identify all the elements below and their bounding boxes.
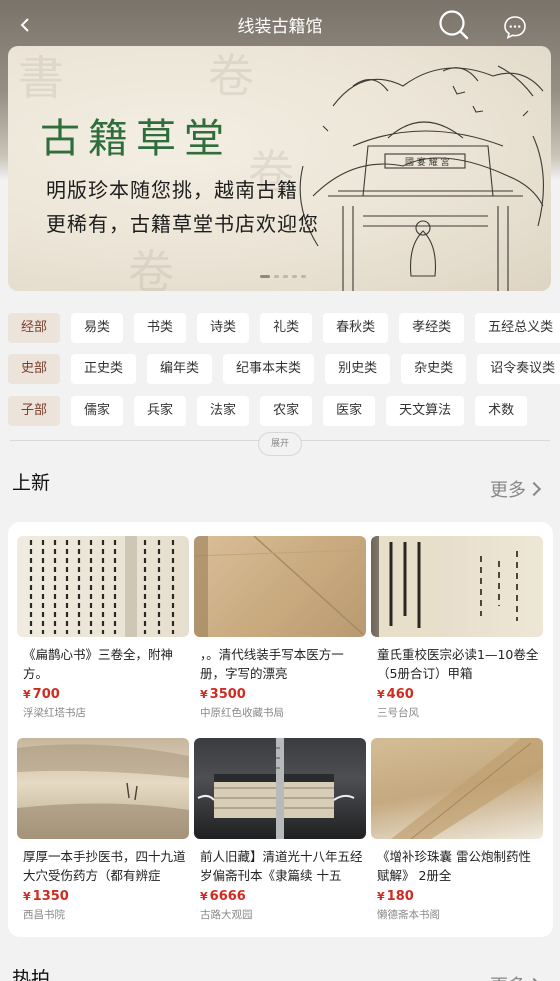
product-name: 《增补珍珠囊 雷公炮制药性赋解》 2册全 xyxy=(377,849,531,883)
carousel-indicator xyxy=(260,275,306,278)
product-image xyxy=(371,536,543,637)
shop-name: 浮梁红塔书店 xyxy=(23,707,86,719)
product-price: ¥3500 xyxy=(200,687,246,702)
shop-name: 西昌书院 xyxy=(23,909,65,921)
product-card[interactable]: 童氏重校医宗必读1—10卷全（5册合订）甲箱 ¥460 三号台风 xyxy=(371,536,543,720)
new-items-panel: 《扁鹊心书》三卷全，附神方。 ¥700 浮梁红塔书店 ，。清代线装手写本医方一册… xyxy=(8,522,553,937)
product-price: ¥6666 xyxy=(200,889,246,904)
category-chip[interactable]: 正史类 xyxy=(71,354,137,384)
category-chip[interactable]: 编年类 xyxy=(147,354,213,384)
category-chip[interactable]: 诗类 xyxy=(197,313,250,343)
shop-name: 三号台风 xyxy=(377,707,419,719)
hot-section-title: 热拍 xyxy=(12,968,51,981)
product-name: 童氏重校医宗必读1—10卷全（5册合订）甲箱 xyxy=(377,647,539,681)
carousel-dot xyxy=(283,275,288,278)
promo-banner[interactable]: 書 卷 卷 卷 國 宴 耀 宮 古籍草堂 明版珍本随您挑，越南古籍 更稀有，古籍… xyxy=(8,46,551,291)
category-chip[interactable]: 医家 xyxy=(323,396,376,426)
product-card[interactable]: 厚厚一本手抄医书，四十九道大穴受伤药方（都有辨症 ¥1350 西昌书院 xyxy=(17,738,189,922)
product-image xyxy=(194,536,366,637)
category-chip[interactable]: 纪事本末类 xyxy=(223,354,315,384)
category-chip[interactable]: 诏令奏议类 xyxy=(477,354,560,384)
carousel-dot-active xyxy=(260,275,270,278)
book-photo-1 xyxy=(29,536,175,637)
product-price: ¥180 xyxy=(377,889,414,904)
product-name: 《扁鹊心书》三卷全，附神方。 xyxy=(23,647,174,681)
book-photo-2 xyxy=(194,536,366,637)
category-chip[interactable]: 兵家 xyxy=(134,396,187,426)
expand-button[interactable]: 展开 xyxy=(258,432,302,456)
category-chip[interactable]: 别史类 xyxy=(325,354,391,384)
more-label: 更多 xyxy=(490,976,526,981)
product-image xyxy=(17,738,189,839)
product-price: ¥1350 xyxy=(23,889,69,904)
more-label: 更多 xyxy=(490,480,526,501)
book-photo-4 xyxy=(17,744,189,839)
chevron-right-icon xyxy=(526,481,542,497)
product-image xyxy=(371,738,543,839)
page-title: 线装古籍馆 xyxy=(237,17,323,37)
banner-line-2: 更稀有，古籍草堂书店欢迎您 xyxy=(46,212,319,236)
banner-line-1: 明版珍本随您挑，越南古籍 xyxy=(46,178,298,202)
book-photo-5 xyxy=(197,738,355,839)
hot-section-more[interactable]: 更多 xyxy=(490,972,542,981)
banner-headline: 古籍草堂 xyxy=(40,116,232,162)
carousel-dot xyxy=(292,275,297,278)
category-chip[interactable]: 术数 xyxy=(475,396,528,426)
carousel-dot xyxy=(274,275,279,278)
shop-name: 中原红色收藏书局 xyxy=(200,707,284,719)
category-head-shi[interactable]: 史部 xyxy=(8,354,61,384)
carousel-dot xyxy=(301,275,306,278)
category-row-shi: 史部 正史类 编年类 纪事本末类 别史类 杂史类 诏令奏议类 xyxy=(8,354,560,384)
top-bar: 线装古籍馆 xyxy=(0,0,560,50)
pavilion-illustration: 國 宴 耀 宮 xyxy=(299,65,544,291)
category-chip[interactable]: 易类 xyxy=(71,313,124,343)
product-name: ，。清代线装手写本医方一册，字写的漂亮 xyxy=(200,647,344,681)
product-card[interactable]: 《增补珍珠囊 雷公炮制药性赋解》 2册全 ¥180 懒德斋本书阁 xyxy=(371,738,543,922)
book-photo-6 xyxy=(391,738,543,839)
svg-text:國 宴 耀 宮: 國 宴 耀 宮 xyxy=(405,156,450,168)
product-price: ¥460 xyxy=(377,687,414,702)
category-chip[interactable]: 法家 xyxy=(197,396,250,426)
category-head-jing[interactable]: 经部 xyxy=(8,313,61,343)
product-card[interactable]: ，。清代线装手写本医方一册，字写的漂亮 ¥3500 中原红色收藏书局 xyxy=(194,536,366,720)
product-image xyxy=(17,536,189,637)
category-chip[interactable]: 五经总义类 xyxy=(475,313,560,343)
search-icon[interactable] xyxy=(437,8,471,42)
product-price: ¥700 xyxy=(23,687,60,702)
category-chip[interactable]: 农家 xyxy=(260,396,313,426)
category-chip[interactable]: 杂史类 xyxy=(401,354,467,384)
category-chip[interactable]: 孝经类 xyxy=(399,313,465,343)
category-chip[interactable]: 礼类 xyxy=(260,313,313,343)
product-card[interactable]: 《扁鹊心书》三卷全，附神方。 ¥700 浮梁红塔书店 xyxy=(17,536,189,720)
category-head-zi[interactable]: 子部 xyxy=(8,396,61,426)
shop-name: 古路大观园 xyxy=(200,909,253,921)
product-image xyxy=(194,738,366,839)
category-chip[interactable]: 儒家 xyxy=(71,396,124,426)
book-photo-3 xyxy=(379,536,518,637)
category-row-zi: 子部 儒家 兵家 法家 农家 医家 天文算法 术数 xyxy=(8,396,528,426)
category-chip[interactable]: 天文算法 xyxy=(386,396,465,426)
category-chip[interactable]: 书类 xyxy=(134,313,187,343)
chat-bubble-icon[interactable] xyxy=(502,14,528,40)
category-row-jing: 经部 易类 书类 诗类 礼类 春秋类 孝经类 五经总义类 xyxy=(8,313,560,343)
new-section-title: 上新 xyxy=(12,472,51,494)
category-chip[interactable]: 春秋类 xyxy=(323,313,389,343)
shop-name: 懒德斋本书阁 xyxy=(377,909,440,921)
product-card[interactable]: 前人旧藏】清道光十八年五经岁偏斋刊本《隶篇续 十五 ¥6666 古路大观园 xyxy=(194,738,366,922)
new-section-more[interactable]: 更多 xyxy=(490,476,542,502)
product-name: 前人旧藏】清道光十八年五经岁偏斋刊本《隶篇续 十五 xyxy=(200,849,363,883)
product-name: 厚厚一本手抄医书，四十九道大穴受伤药方（都有辨症 xyxy=(23,849,186,883)
